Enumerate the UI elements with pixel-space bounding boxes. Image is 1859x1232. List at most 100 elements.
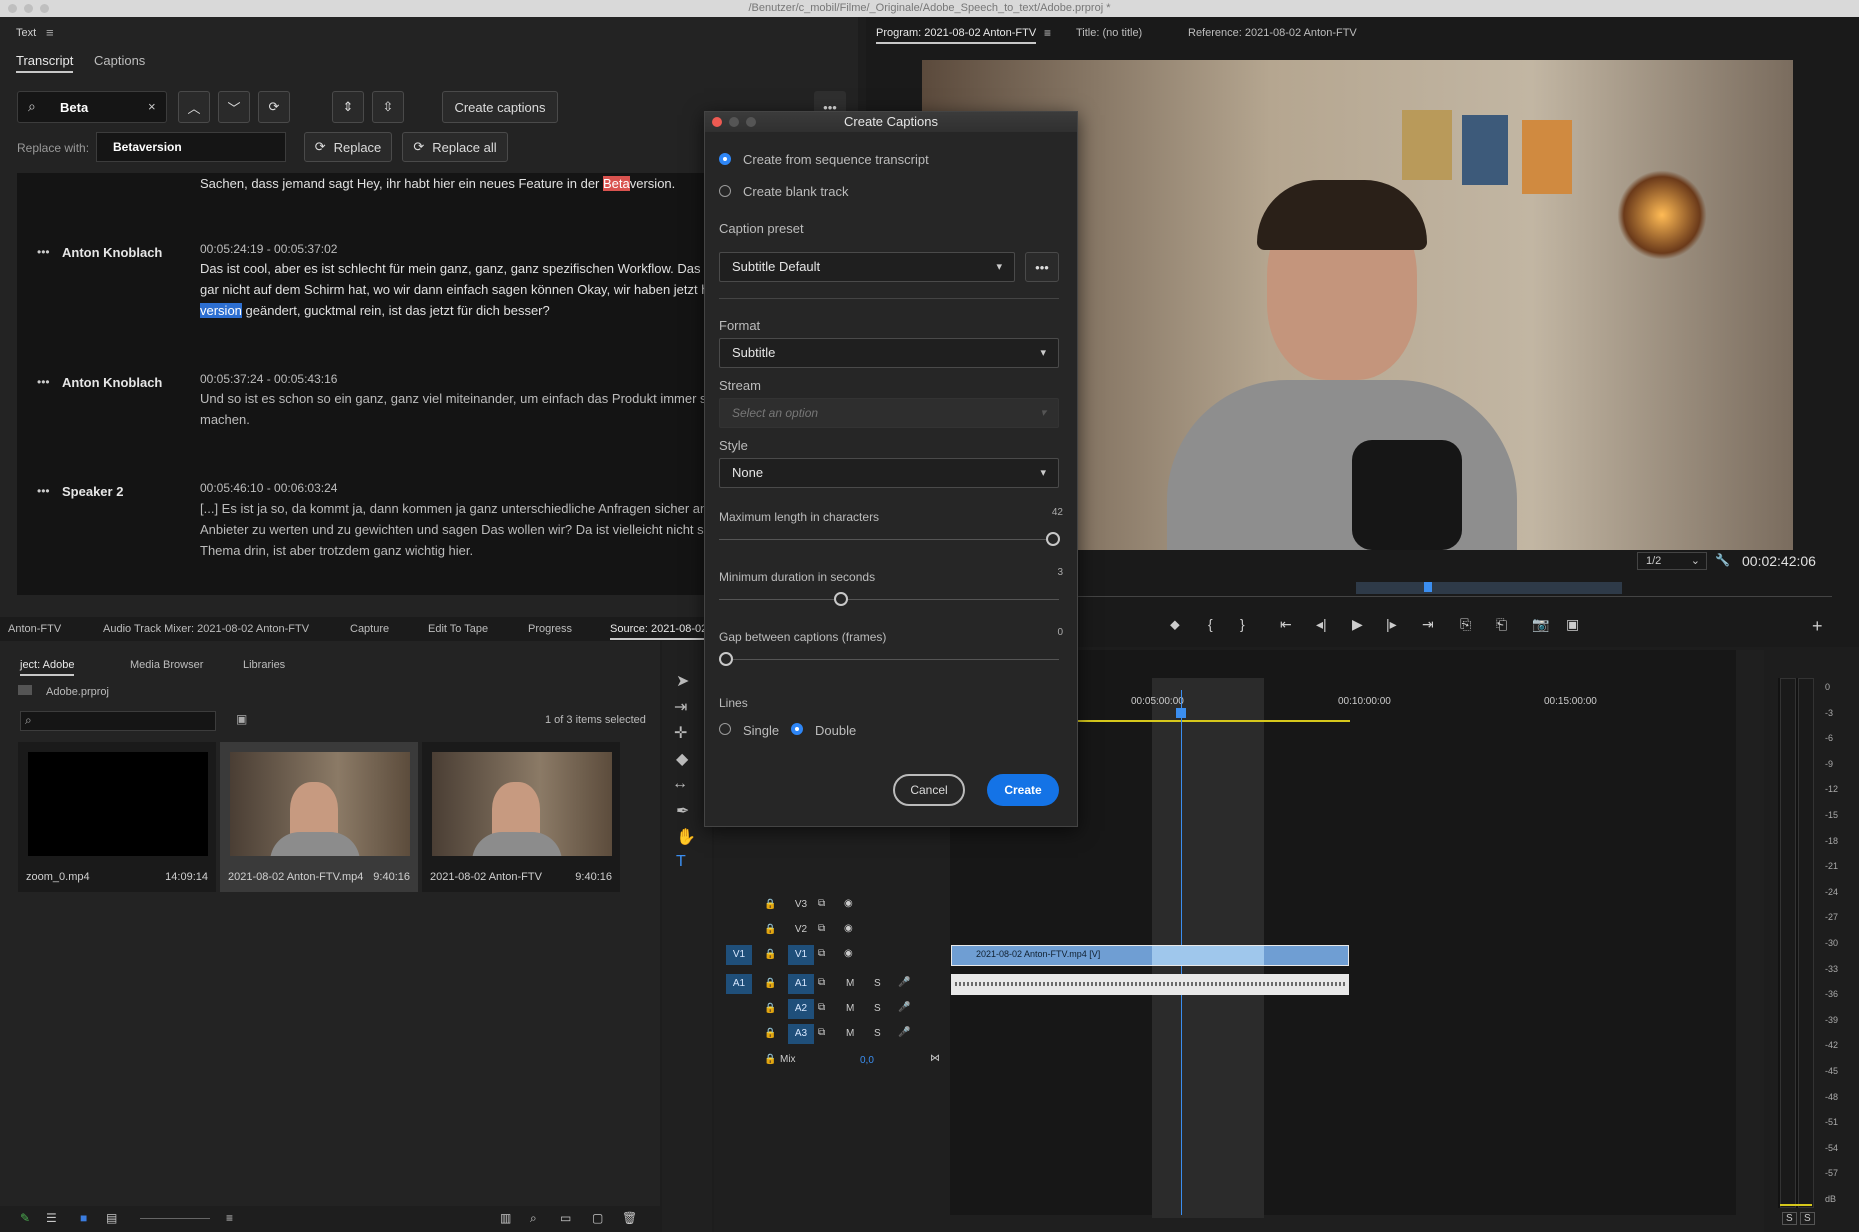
track-select-icon[interactable]: ⇥	[674, 697, 687, 717]
search-input[interactable]: ⌕ Beta ×	[17, 91, 167, 123]
track-label[interactable]: A3	[788, 1024, 814, 1044]
slip-icon[interactable]: ↔	[672, 775, 688, 793]
gap-slider-handle[interactable]	[719, 652, 733, 666]
track-label[interactable]: V1	[788, 945, 814, 965]
sync-lock-icon[interactable]: ⧉	[818, 923, 825, 934]
sync-lock-icon[interactable]: ⧉	[818, 948, 825, 959]
create-captions-button[interactable]: Create captions	[442, 91, 558, 123]
collapse-button[interactable]: ⇳	[372, 91, 404, 123]
mute-button[interactable]: M	[846, 1028, 854, 1039]
mindur-slider-handle[interactable]	[834, 592, 848, 606]
solo-button[interactable]: S	[874, 1028, 881, 1039]
lock-icon[interactable]: 🔒	[764, 949, 776, 960]
tab-edit-to-tape[interactable]: Edit To Tape	[428, 623, 488, 635]
tab-audio-mixer[interactable]: Audio Track Mixer: 2021-08-02 Anton-FTV	[103, 623, 309, 635]
sort-icon[interactable]: ≡	[226, 1211, 233, 1225]
create-button[interactable]: Create	[987, 774, 1059, 806]
lock-icon[interactable]: 🔒	[764, 1003, 776, 1014]
mark-out-icon[interactable]: }	[1240, 616, 1245, 632]
track-label[interactable]: V2	[788, 920, 814, 940]
tab-media-browser[interactable]: Media Browser	[130, 659, 203, 671]
hand-icon[interactable]: ✋	[676, 827, 696, 847]
mark-in-icon[interactable]: {	[1208, 616, 1213, 632]
close-dialog-icon[interactable]	[712, 117, 722, 127]
track-label[interactable]: V3	[788, 895, 814, 915]
lock-icon[interactable]: 🔒	[764, 899, 776, 910]
razor-icon[interactable]: ◆	[676, 749, 688, 769]
sync-lock-icon[interactable]: ⧉	[818, 898, 825, 909]
track-label[interactable]: A1	[788, 974, 814, 994]
tab-progress[interactable]: Progress	[528, 623, 572, 635]
selection-tool-icon[interactable]: ➤	[676, 671, 689, 691]
playhead-handle[interactable]	[1176, 708, 1186, 718]
lock-icon[interactable]: 🔒	[764, 924, 776, 935]
track-label[interactable]: A2	[788, 999, 814, 1019]
go-to-in-icon[interactable]: ⇤	[1280, 616, 1292, 633]
ripple-edit-icon[interactable]: ✛	[674, 723, 687, 743]
mic-icon[interactable]: 🎤	[898, 1002, 910, 1013]
next-result-button[interactable]: ﹀	[218, 91, 250, 123]
mindur-slider-track[interactable]	[719, 599, 1059, 600]
source-patch-a1[interactable]: A1	[726, 974, 752, 994]
mix-value[interactable]: 0,0	[860, 1055, 874, 1066]
tab-libraries[interactable]: Libraries	[243, 659, 285, 671]
speaker-name[interactable]: Anton Knoblach	[62, 375, 162, 390]
refresh-button[interactable]: ⟳	[258, 91, 290, 123]
transcript-area[interactable]: Sachen, dass jemand sagt Hey, ihr habt h…	[17, 173, 704, 595]
speaker-name[interactable]: Anton Knoblach	[62, 245, 162, 260]
maxlen-slider-handle[interactable]	[1046, 532, 1060, 546]
icon-view-icon[interactable]: ■	[80, 1211, 87, 1225]
marker-icon[interactable]: ⬥	[1170, 616, 1180, 633]
settings-wrench-icon[interactable]: 🔧	[1715, 553, 1730, 567]
radio-single[interactable]	[719, 723, 731, 735]
trash-icon[interactable]: 🗑	[622, 1211, 637, 1225]
add-button-icon[interactable]: +	[1812, 616, 1823, 637]
eye-icon[interactable]: ◉	[844, 948, 853, 959]
radio-double[interactable]	[791, 723, 803, 735]
tab-reference[interactable]: Reference: 2021-08-02 Anton-FTV	[1188, 27, 1357, 39]
type-tool-icon[interactable]: T	[676, 853, 686, 871]
preset-select[interactable]: Subtitle Default ▾	[719, 252, 1015, 282]
tab-transcript[interactable]: Transcript	[16, 53, 74, 73]
radio-blank-track[interactable]	[719, 185, 731, 197]
gap-slider-track[interactable]	[719, 659, 1059, 660]
lock-icon[interactable]: 🔒	[764, 978, 776, 989]
tab-program[interactable]: Program: 2021-08-02 Anton-FTV	[876, 27, 1037, 44]
tab-captions[interactable]: Captions	[94, 53, 145, 68]
transcript-line[interactable]: Thema drin, ist aber trotzdem ganz wicht…	[200, 540, 473, 561]
source-patch-v1[interactable]: V1	[726, 945, 752, 965]
play-icon[interactable]: ▶	[1352, 616, 1363, 633]
new-bin-icon[interactable]: ▣	[236, 712, 247, 726]
lock-icon[interactable]: 🔒	[764, 1028, 776, 1039]
tab-source[interactable]: Source: 2021-08-02	[610, 623, 708, 640]
step-back-icon[interactable]: ◂|	[1316, 616, 1327, 633]
solo-right-button[interactable]: S	[1800, 1212, 1815, 1225]
radio-from-transcript[interactable]	[719, 153, 731, 165]
speaker-more-icon[interactable]: •••	[37, 245, 50, 259]
solo-button[interactable]: S	[874, 978, 881, 989]
new-item-icon[interactable]: ▢	[592, 1211, 603, 1225]
lift-icon[interactable]: ⎘	[1460, 616, 1471, 633]
mic-icon[interactable]: 🎤	[898, 977, 910, 988]
format-select[interactable]: Subtitle ▾	[719, 338, 1059, 368]
lock-icon[interactable]: 🔒	[764, 1054, 776, 1065]
cancel-button[interactable]: Cancel	[893, 774, 965, 806]
speaker-name[interactable]: Speaker 2	[62, 484, 123, 499]
transcript-line[interactable]: machen.	[200, 409, 250, 430]
speaker-more-icon[interactable]: •••	[37, 375, 50, 389]
go-to-out-icon[interactable]: ⇥	[1422, 616, 1434, 633]
pen-icon[interactable]: ✒	[676, 801, 689, 821]
automate-icon[interactable]: ▥	[500, 1211, 511, 1225]
video-clip[interactable]: 2021-08-02 Anton-FTV.mp4 [V]	[951, 945, 1349, 966]
transcript-line[interactable]: Und so ist es schon so ein ganz, ganz vi…	[200, 388, 704, 409]
mute-button[interactable]: M	[846, 1003, 854, 1014]
audio-clip[interactable]	[951, 974, 1349, 995]
expand-button[interactable]: ⇕	[332, 91, 364, 123]
comparison-view-icon[interactable]: ▣	[1566, 616, 1579, 633]
solo-left-button[interactable]: S	[1782, 1212, 1797, 1225]
replace-all-button[interactable]: ⟳ Replace all	[402, 132, 508, 162]
transcript-line[interactable]: Das ist cool, aber es ist schlecht für m…	[200, 258, 704, 279]
opt-blank-track-label[interactable]: Create blank track	[743, 184, 849, 199]
tab-capture[interactable]: Capture	[350, 623, 389, 635]
project-search-input[interactable]: ⌕	[20, 711, 216, 731]
